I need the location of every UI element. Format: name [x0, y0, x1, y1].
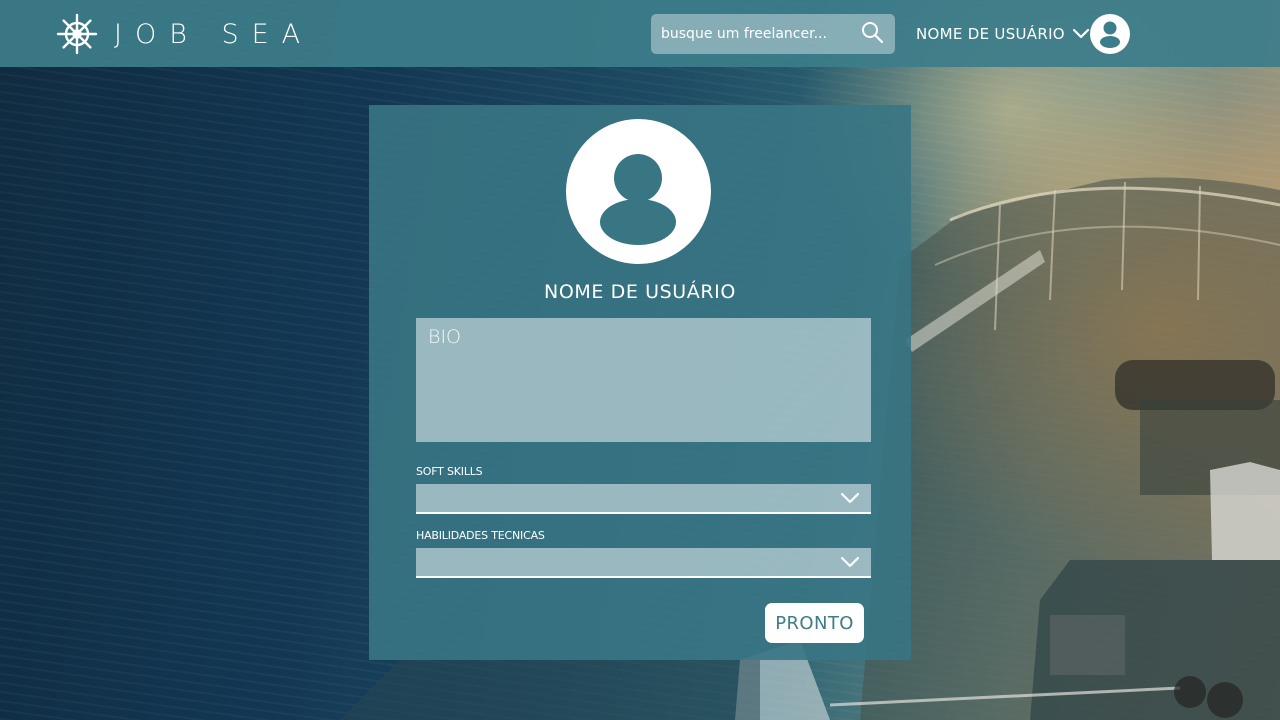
chevron-down-icon [841, 493, 859, 504]
chevron-down-icon [841, 557, 859, 568]
search-input[interactable] [651, 14, 851, 54]
soft-skills-label: SOFT SKILLS [416, 465, 483, 478]
brand-logo[interactable]: JOB SEA [56, 13, 313, 55]
done-button[interactable]: PRONTO [765, 603, 864, 643]
technical-skills-label: HABILIDADES TECNICAS [416, 529, 545, 542]
bio-textarea[interactable] [416, 318, 871, 442]
user-menu-toggle[interactable]: NOME DE USUÁRIO [916, 14, 1089, 54]
soft-skills-select[interactable] [416, 484, 871, 514]
technical-skills-select[interactable] [416, 548, 871, 578]
profile-username: NOME DE USUÁRIO [544, 281, 736, 303]
search-box [651, 14, 895, 54]
user-menu-name: NOME DE USUÁRIO [916, 25, 1065, 43]
user-avatar-icon[interactable] [566, 119, 711, 264]
user-avatar-icon[interactable] [1090, 14, 1130, 54]
chevron-down-icon [1072, 29, 1089, 39]
top-navbar: JOB SEA NOME DE USUÁRIO [0, 0, 1280, 67]
search-icon[interactable] [860, 20, 884, 44]
brand-name: JOB SEA [114, 18, 314, 50]
profile-edit-panel: NOME DE USUÁRIO SOFT SKILLS HABILIDADES … [369, 105, 911, 660]
ship-wheel-icon [56, 13, 98, 55]
